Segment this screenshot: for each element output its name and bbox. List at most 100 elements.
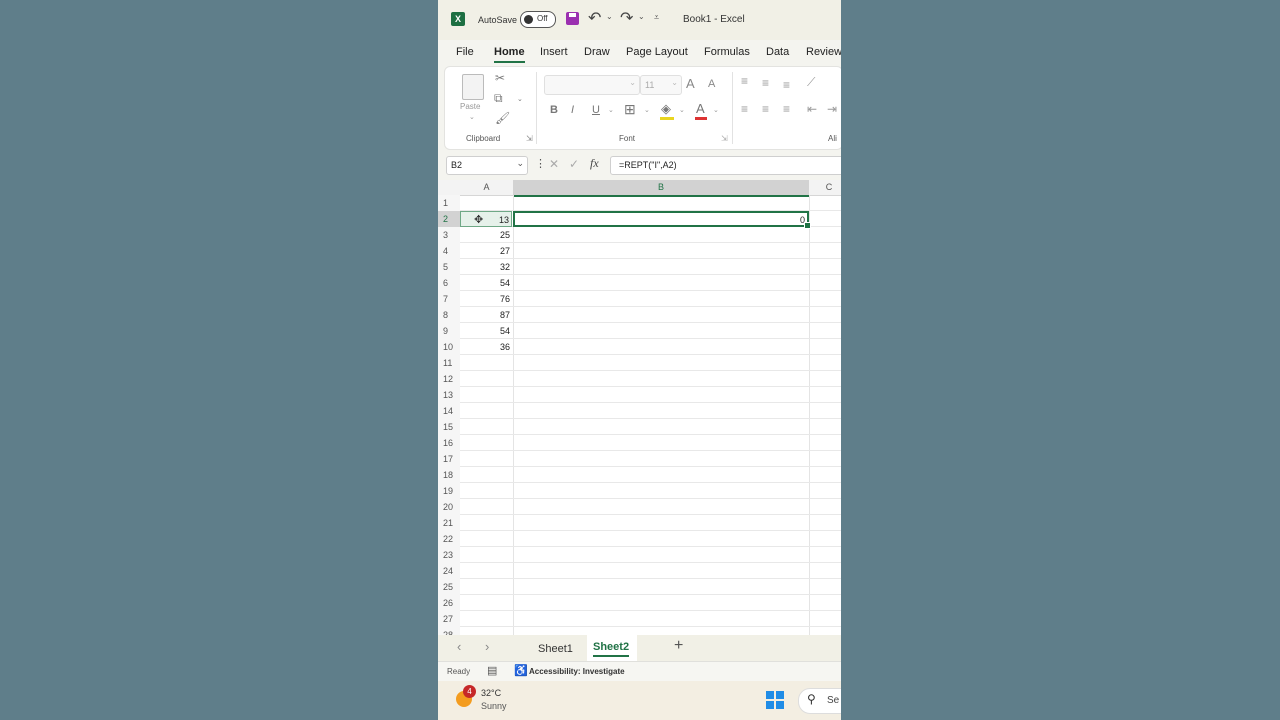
customize-toolbar-icon[interactable]: ⩡ [654,12,659,23]
borders-icon[interactable]: ⊞ [624,101,636,118]
formula-input[interactable]: =REPT("I",A2) [610,156,841,175]
tab-review[interactable]: Review [806,46,841,58]
row-header[interactable]: 1 [438,195,460,211]
row-header[interactable]: 13 [438,387,460,403]
cancel-icon[interactable]: ✕ [549,157,559,171]
undo-icon[interactable]: ↶ [588,8,601,28]
row-header[interactable]: 4 [438,243,460,259]
tab-data[interactable]: Data [766,46,789,58]
row-header[interactable]: 8 [438,307,460,323]
decrease-font-icon[interactable]: A [708,78,715,90]
row-header[interactable]: 5 [438,259,460,275]
column-header-c[interactable]: C [809,180,841,196]
orientation-icon[interactable]: ⟋ [807,75,815,90]
align-right-icon[interactable]: ≡ [783,102,790,116]
copy-dropdown-icon[interactable]: ⌄ [517,95,523,103]
tab-page-layout[interactable]: Page Layout [626,46,688,58]
row-header[interactable]: 27 [438,611,460,627]
name-box[interactable]: B2 ⌄ [446,156,528,175]
bold-icon[interactable]: B [550,104,558,116]
redo-icon[interactable]: ↷ [620,8,633,28]
row-header[interactable]: 28 [438,627,460,635]
cell-a8[interactable]: 87 [460,307,512,323]
cell-a10[interactable]: 36 [460,339,512,355]
column-header-b[interactable]: B [513,180,809,197]
paste-dropdown-icon[interactable]: ⌄ [469,113,475,121]
select-all-corner[interactable] [438,180,460,196]
row-header[interactable]: 18 [438,467,460,483]
align-center-icon[interactable]: ≡ [762,102,769,116]
increase-indent-icon[interactable]: ⇥ [827,102,837,116]
align-middle-icon[interactable]: ≡ [762,76,769,90]
paste-label[interactable]: Paste [460,102,480,111]
enter-icon[interactable]: ✓ [569,157,579,171]
clipboard-launcher-icon[interactable]: ⇲ [526,134,533,143]
fill-dropdown-icon[interactable]: ⌄ [679,106,685,114]
tab-draw[interactable]: Draw [584,46,610,58]
save-icon[interactable] [566,12,579,25]
row-header[interactable]: 14 [438,403,460,419]
row-header[interactable]: 11 [438,355,460,371]
align-bottom-icon[interactable]: ≡ [783,78,790,92]
accessibility-status[interactable]: Accessibility: Investigate [529,667,625,676]
tab-formulas[interactable]: Formulas [704,46,750,58]
row-header[interactable]: 7 [438,291,460,307]
row-header[interactable]: 15 [438,419,460,435]
cell-a6[interactable]: 54 [460,275,512,291]
row-header[interactable]: 26 [438,595,460,611]
prev-sheet-icon[interactable]: ‹ [457,639,461,654]
cell-a2[interactable]: 13 [460,211,512,227]
autosave-toggle[interactable]: Off [520,11,556,28]
font-size-box[interactable]: 11 ⌄ [640,75,682,95]
macro-record-icon[interactable]: ▤ [487,664,497,677]
font-launcher-icon[interactable]: ⇲ [721,134,728,143]
align-left-icon[interactable]: ≡ [741,102,748,116]
row-header[interactable]: 16 [438,435,460,451]
decrease-indent-icon[interactable]: ⇤ [807,102,817,116]
borders-dropdown-icon[interactable]: ⌄ [644,106,650,114]
row-header[interactable]: 3 [438,227,460,243]
copy-icon[interactable]: ⧉ [494,91,503,106]
row-header[interactable]: 17 [438,451,460,467]
cell-a3[interactable]: 25 [460,227,512,243]
column-header-a[interactable]: A [460,180,513,196]
cell-a9[interactable]: 54 [460,323,512,339]
cell-a7[interactable]: 76 [460,291,512,307]
font-color-dropdown-icon[interactable]: ⌄ [713,106,719,114]
row-header[interactable]: 23 [438,547,460,563]
row-header[interactable]: 25 [438,579,460,595]
fill-color-icon[interactable]: ◈ [661,101,671,117]
active-cell-b2[interactable]: 0 [513,211,811,229]
sheet-tab-sheet2-bg[interactable]: Sheet2 [587,635,637,661]
row-header[interactable]: 10 [438,339,460,355]
row-header[interactable]: 21 [438,515,460,531]
row-header[interactable]: 24 [438,563,460,579]
increase-font-icon[interactable]: A [686,76,695,91]
row-header[interactable]: 19 [438,483,460,499]
next-sheet-icon[interactable]: › [485,639,489,654]
row-header[interactable]: 9 [438,323,460,339]
underline-dropdown-icon[interactable]: ⌄ [608,106,614,114]
row-header[interactable]: 20 [438,499,460,515]
insert-function-icon[interactable]: fx [590,156,599,171]
font-color-icon[interactable]: A [696,101,705,116]
tab-insert[interactable]: Insert [540,46,568,58]
cell-a5[interactable]: 32 [460,259,512,275]
row-header[interactable]: 6 [438,275,460,291]
cut-icon[interactable]: ✂ [495,71,505,85]
font-name-box[interactable]: ⌄ [544,75,640,95]
taskbar-search-box[interactable]: ⚲ Se [798,688,841,714]
more-options-icon[interactable]: ⋮ [535,157,546,170]
underline-icon[interactable]: U [592,104,600,116]
row-header[interactable]: 12 [438,371,460,387]
tab-file[interactable]: File [456,46,474,58]
italic-icon[interactable]: I [571,104,574,116]
worksheet-grid[interactable]: A B C 1 2 13 3 25 4 27 5 32 6 54 7 76 8 87 9 54 10 36 11 12 1… [438,180,841,635]
undo-dropdown-icon[interactable]: ⌄ [606,12,613,21]
fill-handle[interactable] [804,222,811,229]
align-top-icon[interactable]: ≡ [741,74,748,88]
tab-home[interactable]: Home [494,46,525,58]
format-painter-icon[interactable]: 🖌 [495,111,510,125]
cell-a4[interactable]: 27 [460,243,512,259]
windows-start-icon[interactable] [766,691,784,709]
